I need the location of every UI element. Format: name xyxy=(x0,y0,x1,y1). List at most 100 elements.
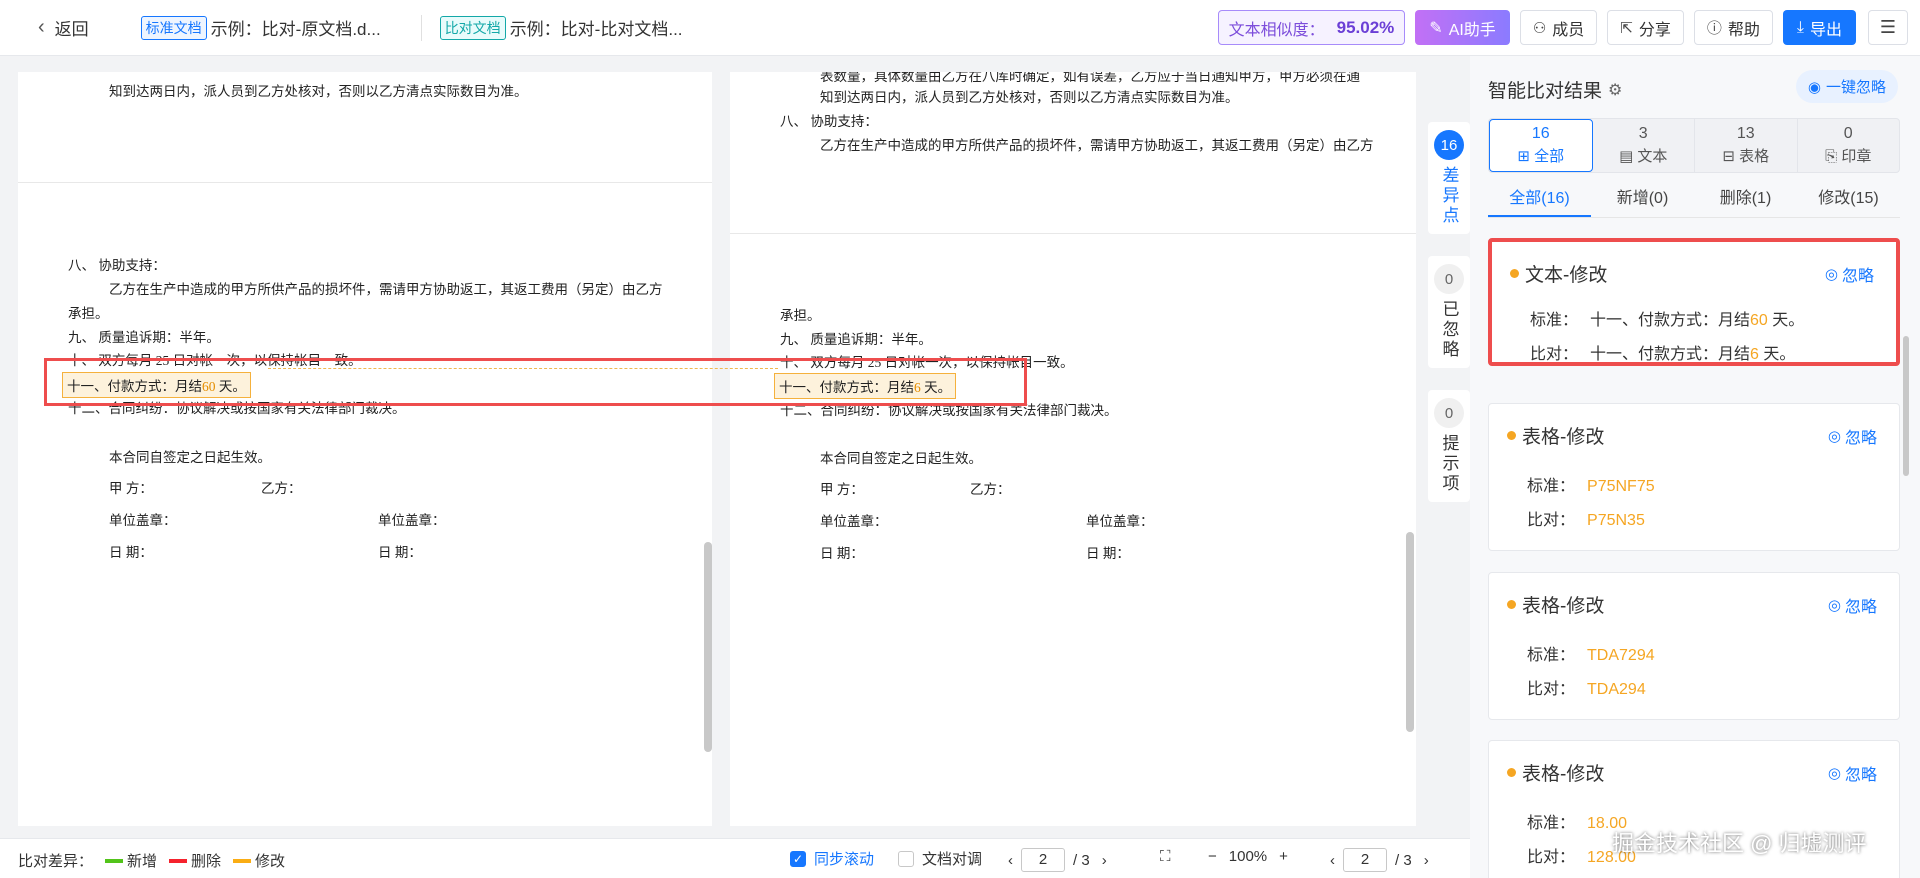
standard-label: 标准： xyxy=(1527,815,1576,832)
checkbox-icon[interactable] xyxy=(898,850,914,867)
doc-line: 本合同自签定之日起生效。 xyxy=(109,450,271,465)
results-title: 智能比对结果 ⚙ xyxy=(1488,76,1622,103)
doc-line: 知到达两日内，派人员到乙方处核对，否则以乙方清点实际数目为准。 xyxy=(820,90,1239,105)
hints-count: 0 xyxy=(1434,398,1464,428)
scrollbar[interactable] xyxy=(1406,532,1414,732)
tab-hints[interactable]: 0 提示项 xyxy=(1428,390,1470,502)
standard-changed: 60 xyxy=(1750,312,1768,329)
filter-added[interactable]: 新增(0) xyxy=(1591,182,1694,217)
doc-line: 单位盖章： xyxy=(109,513,177,528)
help-label: 帮助 xyxy=(1727,21,1760,39)
user-icon: ⚇ xyxy=(1532,19,1547,37)
card-title: 文本-修改 xyxy=(1510,260,1607,287)
doc-line: 乙方在生产中造成的甲方所供产品的损坏件，需请甲方协助返工，其返工费用（另定）由乙… xyxy=(820,138,1374,153)
diff-legend: 比对差异： 新增 删除 修改 xyxy=(18,850,285,871)
export-label: 导出 xyxy=(1809,21,1842,39)
filter-deleted[interactable]: 删除(1) xyxy=(1694,182,1797,217)
right-page-input[interactable]: 2 xyxy=(1343,848,1387,872)
members-label: 成员 xyxy=(1552,21,1585,39)
doc-line: 甲 方： xyxy=(820,482,864,497)
standard-suffix: 天。 xyxy=(1767,312,1805,329)
tab-differences[interactable]: 16 差异点 xyxy=(1428,122,1470,234)
back-button[interactable]: ‹ 返回 xyxy=(38,15,89,40)
standard-row: 标准： P75NF75 xyxy=(1527,472,1655,496)
eye-off-icon: ◎ xyxy=(1827,765,1841,782)
help-button[interactable]: ⓘ 帮助 xyxy=(1693,10,1773,45)
compare-document-pane[interactable]: 表数量，具体数量由乙方在八库时确定，如有误差，乙方应于当日通知甲方，甲方必须在通… xyxy=(730,72,1416,826)
grid-icon: ⊞ xyxy=(1517,148,1535,165)
ignore-button[interactable]: ◎ 忽略 xyxy=(1828,761,1877,785)
compare-row: 比对： 十一、付款方式：月结6 天。 xyxy=(1530,340,1795,364)
compare-row: 比对： P75N35 xyxy=(1527,506,1645,530)
ignore-label: 忽略 xyxy=(1844,430,1877,447)
filter-modified[interactable]: 修改(15) xyxy=(1797,182,1900,217)
standard-doc-tag: 标准文档 xyxy=(140,15,207,40)
standard-row: 标准： TDA7294 xyxy=(1527,641,1655,665)
diff-card[interactable]: 表格-修改 ◎ 忽略 标准： TDA7294 比对： TDA294 xyxy=(1488,572,1900,720)
top-bar: ‹ 返回 标准文档 示例：比对-原文档.d... 比对文档 示例：比对-比对文档… xyxy=(0,0,1920,56)
status-dot xyxy=(1507,768,1516,777)
category-count: 3 xyxy=(1638,125,1648,142)
card-title-text: 表格-修改 xyxy=(1522,764,1605,785)
left-page-input[interactable]: 2 xyxy=(1021,848,1065,872)
standard-document-pane[interactable]: 知到达两日内，派人员到乙方处核对，否则以乙方清点实际数目为准。 八、 协助支持：… xyxy=(18,72,712,826)
left-pagination: ‹ 2 / 3 › xyxy=(1008,848,1107,872)
compare-label: 比对： xyxy=(1530,346,1579,363)
sync-scroll-toggle[interactable]: ✓ 同步滚动 xyxy=(790,848,874,869)
tab-ignored[interactable]: 0 已忽略 xyxy=(1428,256,1470,368)
chevron-left-icon[interactable]: ‹ xyxy=(1008,852,1013,869)
scrollbar[interactable] xyxy=(704,542,712,752)
compare-doc-title: 示例：比对-比对文档... xyxy=(509,20,683,39)
chevron-left-icon[interactable]: ‹ xyxy=(1330,852,1335,869)
fullscreen-icon[interactable]: ⛶ xyxy=(1160,848,1171,865)
ignore-button[interactable]: ◎ 忽略 xyxy=(1828,593,1877,617)
diff-card[interactable]: 表格-修改 ◎ 忽略 标准： P75NF75 比对： P75N35 xyxy=(1488,403,1900,551)
export-button[interactable]: ⤓ 导出 xyxy=(1782,10,1856,45)
results-title-text: 智能比对结果 xyxy=(1488,81,1603,102)
right-pagination: ‹ 2 / 3 › xyxy=(1330,848,1429,872)
doc-line: 单位盖章： xyxy=(820,514,888,529)
category-all[interactable]: 16 ⊞ 全部 xyxy=(1489,119,1593,172)
ignore-button[interactable]: ◎ 忽略 xyxy=(1828,424,1877,448)
zoom-out-icon[interactable]: − xyxy=(1208,848,1217,865)
standard-row: 标准： 十一、付款方式：月结60 天。 xyxy=(1530,306,1804,330)
page-break xyxy=(18,182,712,183)
standard-doc-name[interactable]: 标准文档 示例：比对-原文档.d... xyxy=(140,15,381,40)
doc-line: 八、 协助支持： xyxy=(780,114,878,129)
filter-all[interactable]: 全部(16) xyxy=(1488,182,1591,217)
ignored-count: 0 xyxy=(1434,264,1464,294)
ignore-all-button[interactable]: ◉ 一键忽略 xyxy=(1795,70,1898,103)
share-button[interactable]: ⇱ 分享 xyxy=(1607,10,1684,45)
zoom-control: − 100% + xyxy=(1208,848,1288,865)
ai-assistant-button[interactable]: ✎ AI助手 xyxy=(1415,10,1510,45)
chevron-right-icon[interactable]: › xyxy=(1424,852,1429,869)
gear-icon[interactable]: ⚙ xyxy=(1608,80,1622,100)
eye-off-icon: ◎ xyxy=(1824,266,1838,283)
doc-swap-toggle[interactable]: 文档对调 xyxy=(898,848,982,869)
menu-toggle-icon[interactable]: ☰ xyxy=(1868,10,1908,45)
differences-label: 差异点 xyxy=(1439,166,1459,226)
bottom-toolbar: 比对差异： 新增 删除 修改 ✓ 同步滚动 文档对调 ‹ 2 / 3 › ⛶ −… xyxy=(0,838,1470,878)
doc-line: 甲 方： xyxy=(109,481,153,496)
ignore-button[interactable]: ◎ 忽略 xyxy=(1825,262,1874,286)
doc-line: 单位盖章： xyxy=(378,513,446,528)
standard-doc-title: 示例：比对-原文档.d... xyxy=(210,20,381,39)
standard-label: 标准： xyxy=(1527,647,1576,664)
standard-label: 标准： xyxy=(1527,478,1576,495)
checkbox-checked-icon[interactable]: ✓ xyxy=(790,850,806,867)
category-table[interactable]: 13 ⊟ 表格 xyxy=(1695,119,1798,172)
results-scrollbar[interactable] xyxy=(1903,336,1909,476)
category-text[interactable]: 3 ▤ 文本 xyxy=(1593,119,1695,172)
chevron-right-icon[interactable]: › xyxy=(1102,852,1107,869)
category-label: 表格 xyxy=(1739,148,1770,165)
compare-doc-name[interactable]: 比对文档 示例：比对-比对文档... xyxy=(420,14,683,41)
members-button[interactable]: ⚇ 成员 xyxy=(1519,10,1598,45)
diff-card[interactable]: 文本-修改 ◎ 忽略 标准： 十一、付款方式：月结60 天。 比对： 十一、付款方式：… xyxy=(1488,238,1900,366)
eye-icon: ◉ xyxy=(1807,78,1821,96)
ignore-label: 忽略 xyxy=(1844,767,1877,784)
sync-scroll-label: 同步滚动 xyxy=(814,851,875,868)
zoom-in-icon[interactable]: + xyxy=(1279,848,1288,865)
legend-swatch-deleted xyxy=(169,858,188,863)
doc-line: 日 期： xyxy=(820,546,864,561)
category-seal[interactable]: 0 ⎘ 印章 xyxy=(1798,119,1900,172)
